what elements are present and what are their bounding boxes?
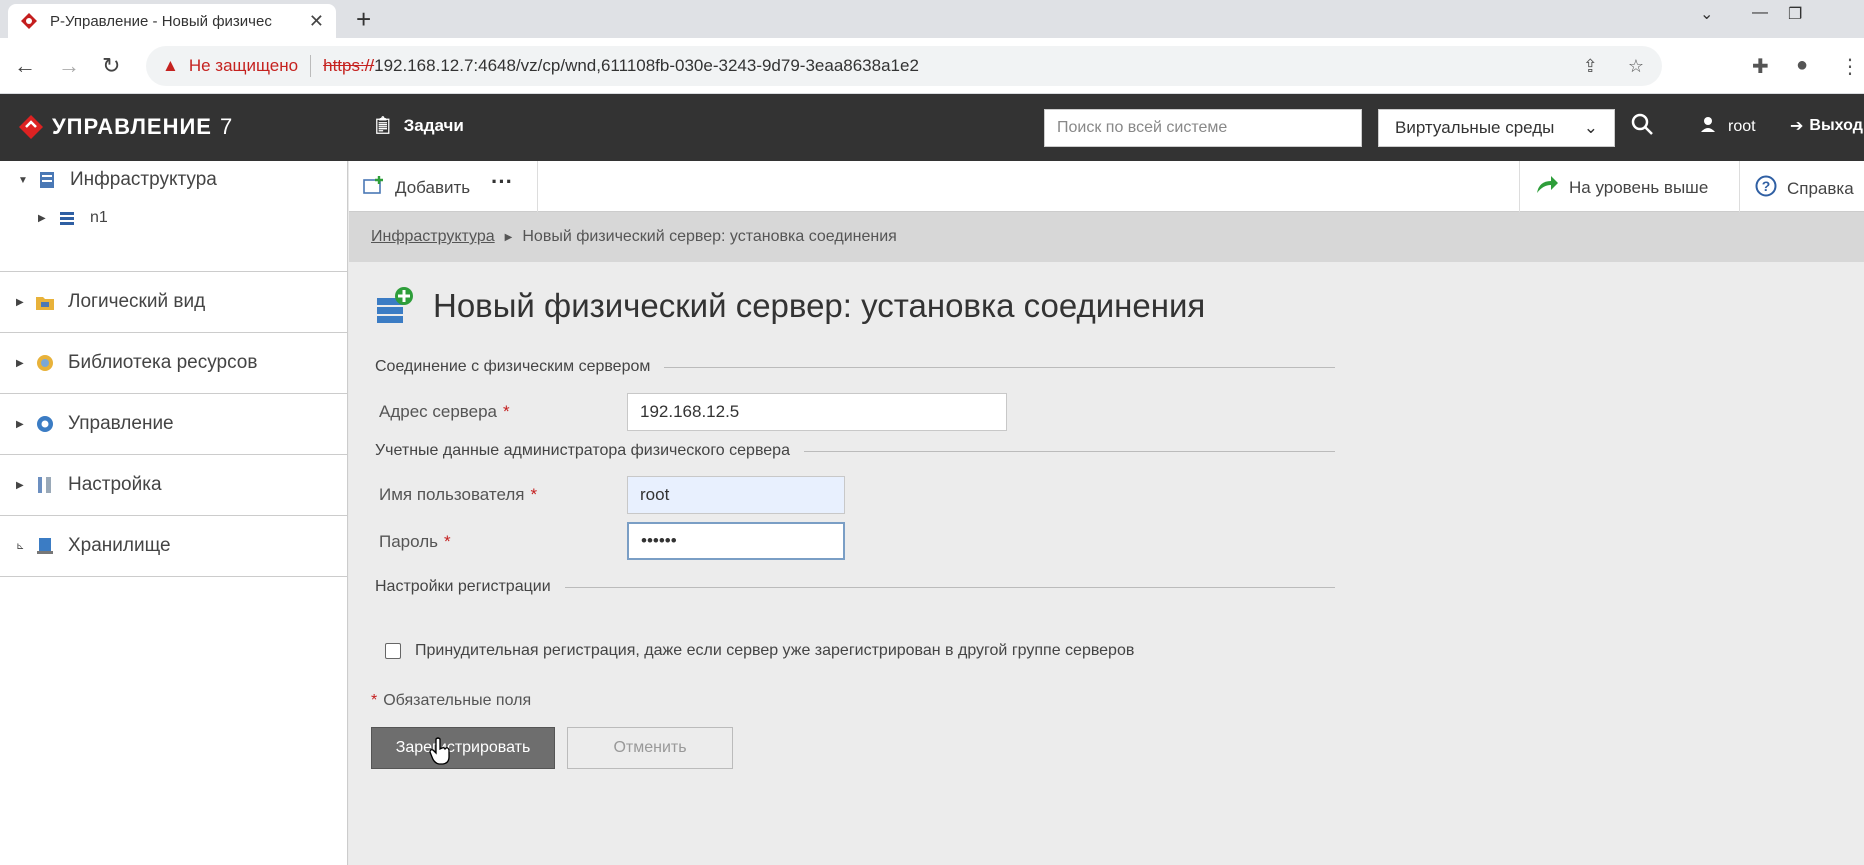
sidebar-item-infrastructure[interactable]: ▼ Инфраструктура — [0, 161, 347, 199]
section-connection: Соединение с физическим сервером — [375, 358, 1335, 376]
tools-icon — [34, 474, 56, 496]
not-secure-label: Не защищено — [188, 56, 299, 75]
logo-icon — [19, 115, 43, 139]
sidebar-item-management[interactable]: ▶ Управление — [0, 394, 347, 455]
help-icon: ? — [1755, 175, 1777, 202]
app-header: УПРАВЛЕНИЕ 7 📋︎ Задачи Поиск по всей сис… — [0, 94, 1864, 161]
more-actions-button[interactable]: ··· — [491, 169, 513, 195]
register-button[interactable]: Зарегистрировать — [371, 727, 555, 769]
password-input[interactable]: •••••• — [627, 522, 845, 560]
address-bar[interactable]: ▲ Не защищено https:// 192.168.12.7:4648… — [146, 46, 1662, 86]
main-content: Новый физический сервер: установка соеди… — [349, 262, 1864, 865]
user-menu[interactable]: root — [1700, 116, 1756, 137]
server-icon — [56, 207, 78, 229]
expand-triangle-icon[interactable]: ▶ — [16, 358, 34, 369]
collapse-triangle-icon[interactable]: ▼ — [18, 175, 36, 186]
server-address-label: Адрес сервера * — [379, 402, 510, 421]
tab-search-icon[interactable]: ⌄ — [1700, 4, 1713, 24]
restore-icon[interactable]: ❐ — [1788, 4, 1802, 24]
force-registration-checkbox[interactable] — [385, 643, 401, 659]
section-credentials: Учетные данные администратора физическог… — [375, 442, 1335, 460]
url-text: 192.168.12.7:4648/vz/cp/wnd,611108fb-030… — [374, 56, 919, 75]
scope-select[interactable]: Виртуальные среды ⌄ — [1378, 109, 1615, 147]
browser-toolbar: ← → ↻ ▲ Не защищено https:// 192.168.12.… — [0, 38, 1864, 94]
add-icon — [363, 175, 385, 200]
sidebar-item-settings[interactable]: ▶ Настройка — [0, 455, 347, 516]
breadcrumb-arrow-icon: ▶ — [504, 231, 513, 243]
library-icon — [34, 352, 56, 374]
bookmark-star-icon[interactable]: ☆ — [1628, 56, 1644, 77]
breadcrumb: Инфраструктура ▶ Новый физический сервер… — [349, 212, 1864, 262]
required-fields-note: * Обязательные поля — [371, 692, 532, 709]
breadcrumb-current: Новый физический сервер: установка соеди… — [522, 228, 897, 245]
browser-tab[interactable]: Р-Управление - Новый физичес ✕ — [8, 4, 336, 38]
tab-title: Р-Управление - Новый физичес — [50, 12, 272, 30]
level-up-button[interactable]: На уровень выше — [1535, 175, 1708, 200]
sidebar-item-logical-view[interactable]: ▶ Логический вид — [0, 272, 347, 333]
logout-button[interactable]: ➔ Выход — [1790, 116, 1863, 136]
back-icon[interactable]: ← — [14, 52, 36, 80]
browser-menu-icon[interactable]: ⋮ — [1840, 54, 1860, 79]
storage-icon — [34, 535, 56, 557]
expand-icon[interactable]: ⊾ — [16, 541, 34, 552]
level-up-icon — [1535, 175, 1559, 200]
site-favicon-icon — [20, 12, 38, 30]
server-address-input[interactable]: 192.168.12.5 — [627, 393, 1007, 431]
content-toolbar: Добавить ··· На уровень выше ? Справка — [349, 161, 1864, 212]
minimize-icon[interactable]: — — [1752, 4, 1768, 22]
forward-icon[interactable]: → — [58, 52, 80, 80]
share-icon[interactable]: ⇪ — [1583, 56, 1598, 77]
url-scheme: https:// — [323, 56, 375, 75]
expand-triangle-icon[interactable]: ▶ — [16, 297, 34, 308]
force-registration-label: Принудительная регистрация, даже если се… — [415, 642, 1135, 659]
app-logo[interactable]: УПРАВЛЕНИЕ 7 — [18, 114, 233, 140]
hand-cursor-icon — [429, 737, 450, 765]
password-label: Пароль * — [379, 532, 451, 551]
logout-icon: ➔ — [1790, 118, 1804, 135]
expand-triangle-icon[interactable]: ▶ — [16, 419, 34, 430]
section-registration: Настройки регистрации — [375, 578, 1335, 596]
help-button[interactable]: ? Справка — [1755, 175, 1854, 202]
global-search-input[interactable]: Поиск по всей системе — [1044, 109, 1362, 147]
sidebar: ▼ Инфраструктура ▶ n1 ▶ Логический вид ▶… — [0, 161, 348, 865]
sidebar-item-n1[interactable]: ▶ n1 — [0, 199, 347, 237]
sidebar-item-resource-library[interactable]: ▶ Библиотека ресурсов — [0, 333, 347, 394]
new-tab-button[interactable]: + — [356, 4, 371, 34]
cancel-button[interactable]: Отменить — [567, 727, 733, 769]
clipboard-icon: 📋︎ — [372, 116, 394, 135]
infrastructure-icon — [36, 169, 58, 191]
search-icon[interactable] — [1630, 112, 1654, 143]
profile-icon[interactable]: ● — [1796, 54, 1808, 77]
folder-icon — [34, 291, 56, 313]
gear-icon — [34, 413, 56, 435]
reload-icon[interactable]: ↻ — [102, 52, 120, 80]
close-tab-icon[interactable]: ✕ — [309, 11, 324, 32]
extensions-icon[interactable]: ✚ — [1752, 54, 1769, 79]
expand-triangle-icon[interactable]: ▶ — [16, 480, 34, 491]
username-input[interactable]: root — [627, 476, 845, 514]
force-registration-row: Принудительная регистрация, даже если се… — [385, 642, 1134, 660]
username-label: Имя пользователя * — [379, 485, 538, 504]
svg-text:?: ? — [1762, 178, 1771, 194]
add-button[interactable]: Добавить — [363, 175, 470, 200]
breadcrumb-link-infrastructure[interactable]: Инфраструктура — [371, 228, 495, 246]
page-title: Новый физический сервер: установка соеди… — [375, 286, 1205, 326]
expand-triangle-icon[interactable]: ▶ — [38, 213, 56, 224]
user-icon — [1700, 116, 1716, 137]
chevron-down-icon: ⌄ — [1583, 118, 1598, 137]
new-server-icon — [377, 287, 413, 323]
sidebar-item-storage[interactable]: ⊾ Хранилище — [0, 516, 347, 577]
browser-tabbar: Р-Управление - Новый физичес ✕ + ⌄ — ❐ — [0, 0, 1864, 38]
warning-icon: ▲ — [162, 56, 179, 75]
tasks-link[interactable]: 📋︎ Задачи — [372, 116, 464, 136]
